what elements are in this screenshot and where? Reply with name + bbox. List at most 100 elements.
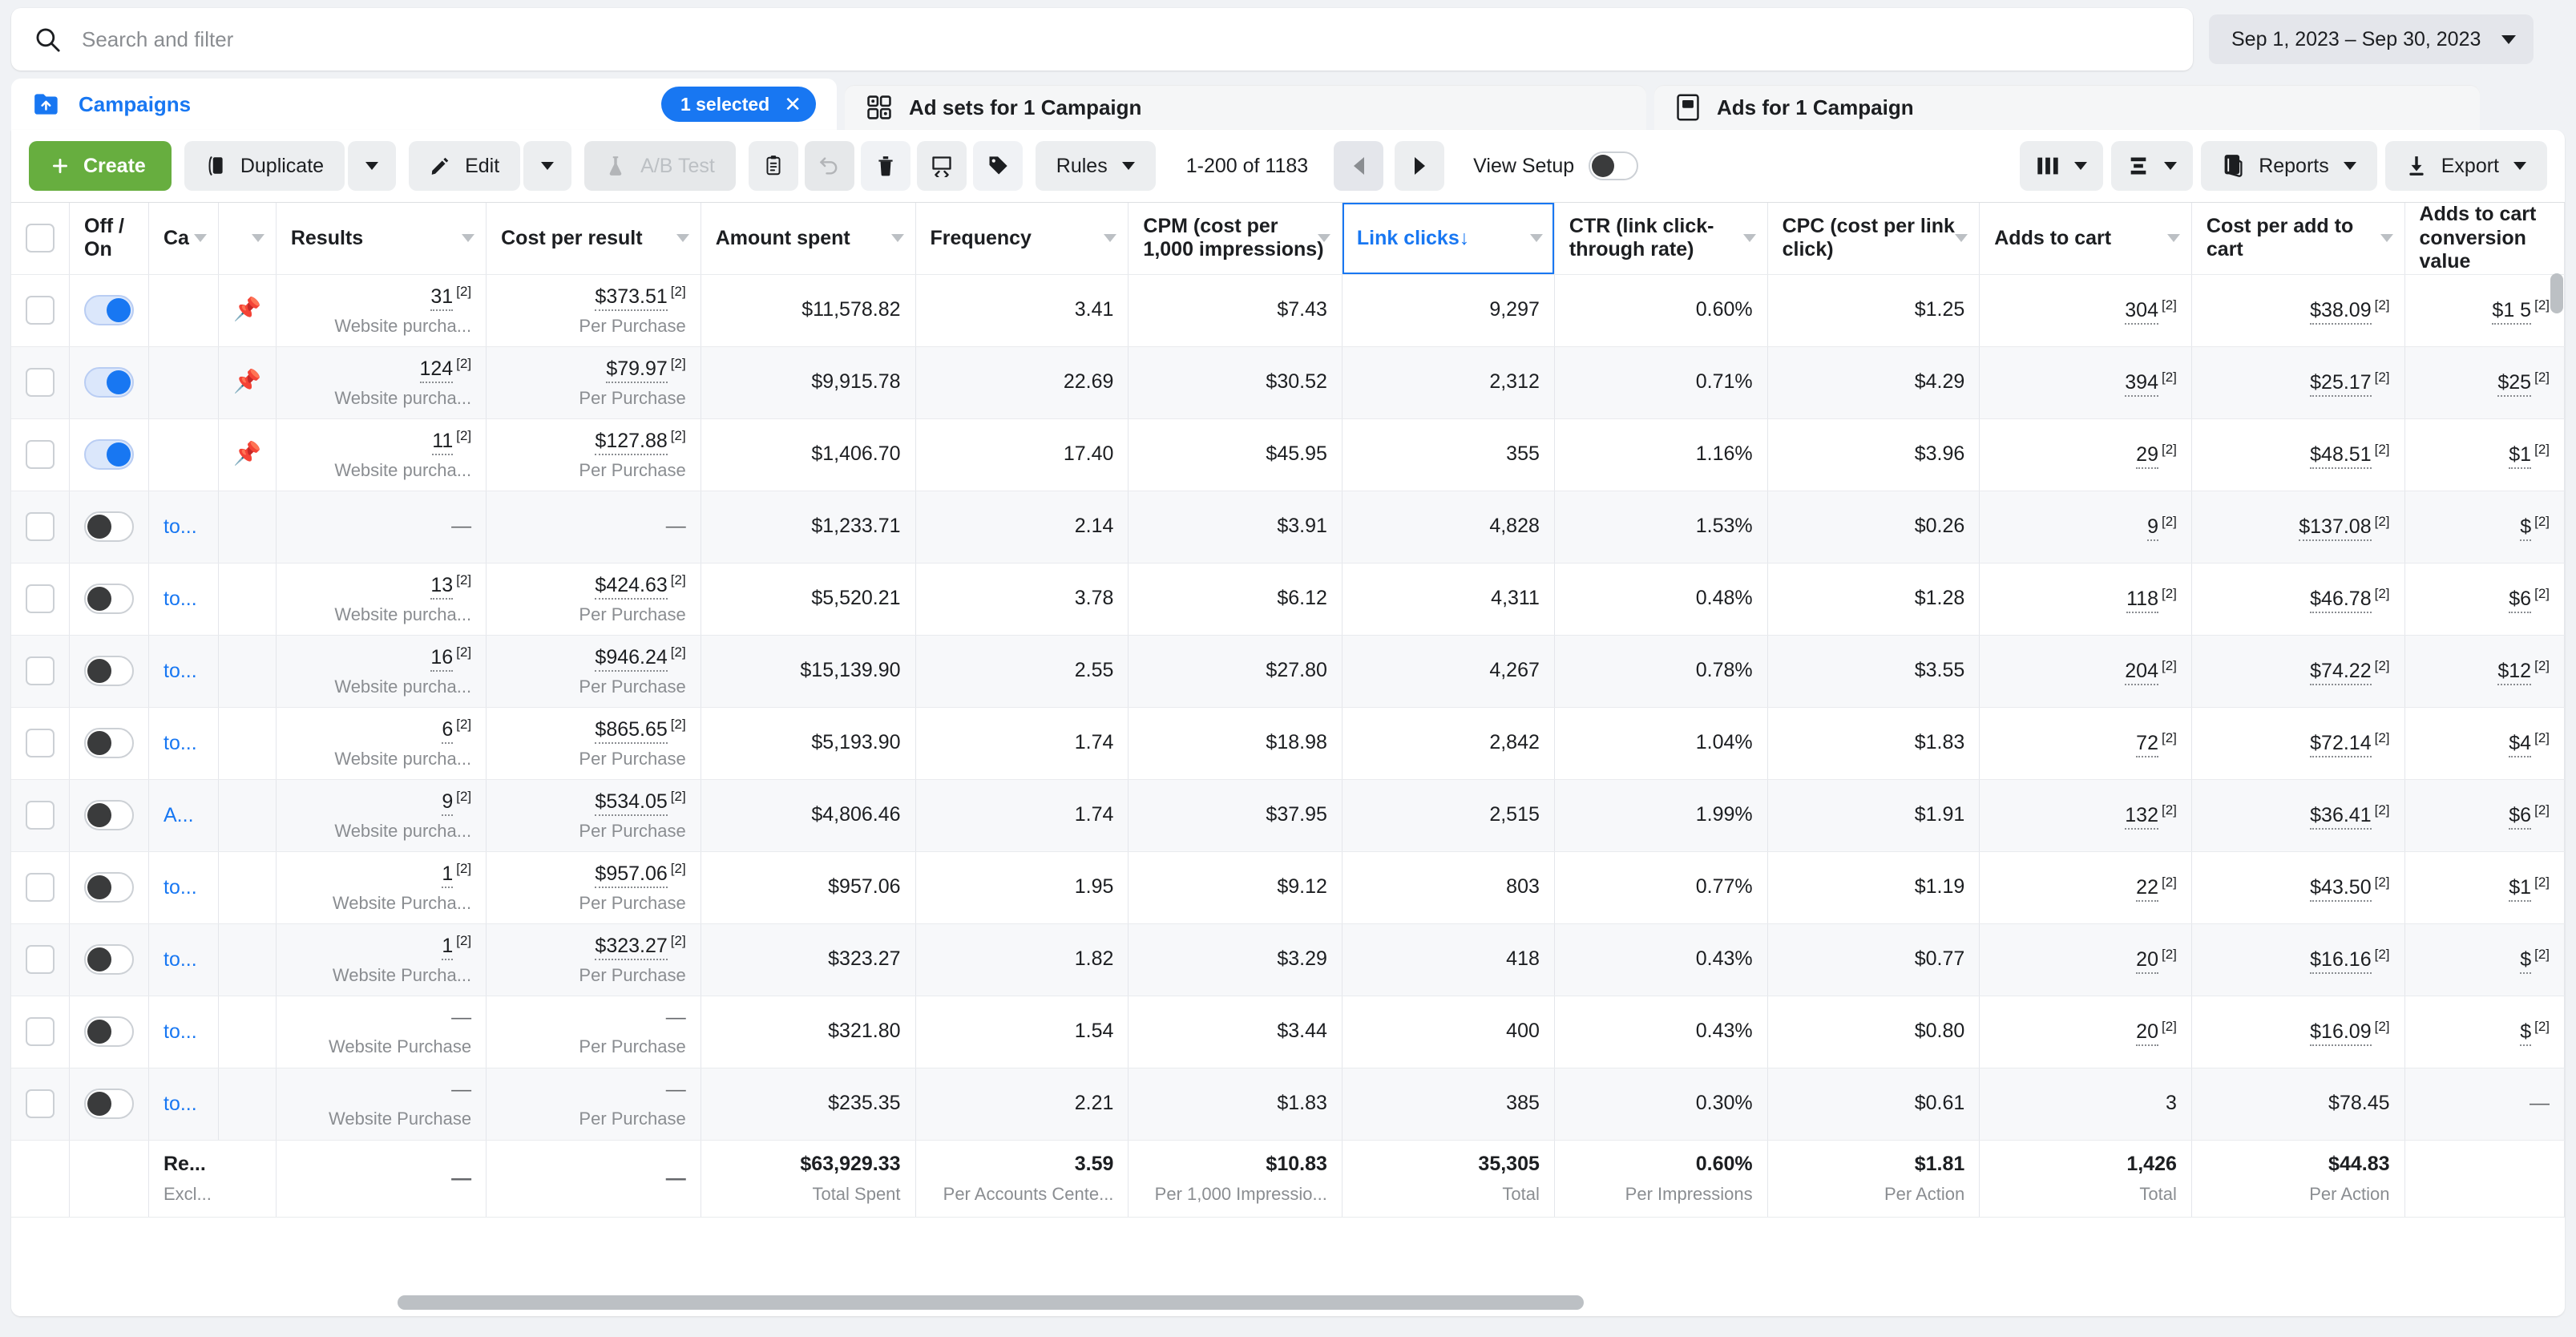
- row-pin-cell[interactable]: [218, 1068, 277, 1141]
- reports-button[interactable]: Reports: [2201, 141, 2377, 191]
- chevron-down-icon[interactable]: [1955, 234, 1968, 243]
- review-button[interactable]: [916, 141, 967, 191]
- campaign-name-link[interactable]: to...: [164, 948, 197, 971]
- vertical-scrollbar-thumb[interactable]: [2550, 273, 2563, 313]
- selection-badge[interactable]: 1 selected ✕: [660, 87, 816, 122]
- row-pin-cell[interactable]: 📌: [218, 346, 277, 419]
- duplicate-button[interactable]: Duplicate: [184, 141, 345, 191]
- tab-adsets[interactable]: Ad sets for 1 Campaign: [845, 85, 1646, 130]
- header-amount-spent[interactable]: Amount spent: [701, 203, 916, 275]
- status-toggle[interactable]: [84, 511, 134, 542]
- header-off-on[interactable]: Off / On: [69, 203, 149, 275]
- status-toggle[interactable]: [84, 1089, 134, 1119]
- header-ctr[interactable]: CTR (link click-through rate): [1554, 203, 1768, 275]
- previous-page-button[interactable]: [1334, 141, 1384, 191]
- row-pin-cell[interactable]: [218, 779, 277, 852]
- chevron-down-icon[interactable]: [193, 234, 207, 243]
- row-campaign-cell[interactable]: to...: [148, 563, 219, 636]
- row-campaign-cell[interactable]: to...: [148, 851, 219, 924]
- table-row[interactable]: A... 9 [2] Website purcha... $534.05 [2] Per P…: [11, 779, 2565, 852]
- chevron-down-icon[interactable]: [1104, 234, 1117, 243]
- delete-button[interactable]: [860, 141, 910, 191]
- clipboard-button[interactable]: [748, 141, 798, 191]
- row-pin-cell[interactable]: [218, 635, 277, 708]
- search-container[interactable]: [11, 8, 2193, 71]
- row-campaign-cell[interactable]: to...: [148, 491, 219, 563]
- row-campaign-cell[interactable]: to...: [148, 1068, 219, 1141]
- select-all-checkbox[interactable]: [26, 224, 55, 253]
- table-row[interactable]: to... — Website Purchase — Per Purchase $321.…: [11, 996, 2565, 1068]
- row-pin-cell[interactable]: [218, 491, 277, 563]
- header-cpm[interactable]: CPM (cost per 1,000 impressions): [1128, 203, 1343, 275]
- horizontal-scrollbar[interactable]: [11, 1289, 2565, 1316]
- table-row[interactable]: to... 6 [2] Website purcha... $865.65 [2] Per …: [11, 707, 2565, 780]
- row-pin-cell[interactable]: 📌: [218, 418, 277, 491]
- row-pin-cell[interactable]: [218, 851, 277, 924]
- header-cost-per-result[interactable]: Cost per result: [486, 203, 701, 275]
- next-page-button[interactable]: [1395, 141, 1445, 191]
- row-pin-cell[interactable]: 📌: [218, 274, 277, 347]
- row-campaign-cell[interactable]: to...: [148, 923, 219, 996]
- chevron-down-icon[interactable]: [1529, 234, 1543, 243]
- row-checkbox[interactable]: [26, 584, 55, 613]
- campaign-name-link[interactable]: to...: [164, 1093, 197, 1115]
- table-row[interactable]: to... 16 [2] Website purcha... $946.24 [2] Per…: [11, 635, 2565, 708]
- table-row[interactable]: 📌 11 [2] Website purcha... $127.88 [2] Per Pur…: [11, 418, 2565, 491]
- pin-icon[interactable]: 📌: [233, 297, 261, 321]
- table-row[interactable]: to... 13 [2] Website purcha... $424.63 [2] Per…: [11, 563, 2565, 636]
- status-toggle[interactable]: [84, 944, 134, 975]
- status-toggle[interactable]: [84, 872, 134, 903]
- breakdown-button[interactable]: [2111, 141, 2194, 191]
- campaigns-table-container[interactable]: Off / On Ca Results Cost per result Amou…: [11, 202, 2565, 1274]
- table-row[interactable]: to... 1 [2] Website Purcha... $957.06 [2] Per …: [11, 851, 2565, 924]
- row-campaign-cell[interactable]: to...: [148, 707, 219, 780]
- columns-button[interactable]: [2020, 141, 2104, 191]
- status-toggle[interactable]: [84, 367, 134, 398]
- rules-button[interactable]: Rules: [1035, 141, 1156, 191]
- row-campaign-cell[interactable]: [148, 274, 219, 347]
- row-checkbox[interactable]: [26, 801, 55, 830]
- header-cost-per-add-to-cart[interactable]: Cost per add to cart: [2191, 203, 2405, 275]
- row-checkbox[interactable]: [26, 440, 55, 469]
- chevron-down-icon[interactable]: [676, 234, 689, 243]
- status-toggle[interactable]: [84, 656, 134, 686]
- row-campaign-cell[interactable]: to...: [148, 635, 219, 708]
- tab-campaigns[interactable]: Campaigns 1 selected ✕: [11, 79, 837, 130]
- edit-button[interactable]: Edit: [409, 141, 521, 191]
- row-checkbox[interactable]: [26, 656, 55, 685]
- campaign-name-link[interactable]: to...: [164, 876, 197, 899]
- row-checkbox[interactable]: [26, 1089, 55, 1118]
- row-pin-cell[interactable]: [218, 563, 277, 636]
- table-row[interactable]: 📌 31 [2] Website purcha... $373.51 [2] Per Pur…: [11, 274, 2565, 347]
- header-link-clicks[interactable]: Link clicks↓: [1342, 203, 1555, 275]
- header-frequency[interactable]: Frequency: [915, 203, 1129, 275]
- row-checkbox[interactable]: [26, 1017, 55, 1046]
- status-toggle[interactable]: [84, 1016, 134, 1047]
- pin-icon[interactable]: 📌: [233, 441, 261, 466]
- row-campaign-cell[interactable]: A...: [148, 779, 219, 852]
- campaign-name-link[interactable]: to...: [164, 1020, 197, 1043]
- row-pin-cell[interactable]: [218, 707, 277, 780]
- ab-test-button[interactable]: A/B Test: [584, 141, 736, 191]
- campaign-name-link[interactable]: to...: [164, 515, 197, 538]
- edit-dropdown-button[interactable]: [523, 141, 572, 191]
- chevron-down-icon[interactable]: [251, 234, 264, 243]
- horizontal-scrollbar-thumb[interactable]: [398, 1295, 1584, 1310]
- create-button[interactable]: Create: [29, 141, 172, 191]
- chevron-down-icon[interactable]: [890, 234, 904, 243]
- status-toggle[interactable]: [84, 439, 134, 470]
- header-adds-to-cart-conv-value[interactable]: Adds to cart conversion value: [2404, 203, 2565, 275]
- row-checkbox[interactable]: [26, 729, 55, 757]
- row-checkbox[interactable]: [26, 368, 55, 397]
- row-campaign-cell[interactable]: [148, 418, 219, 491]
- undo-button[interactable]: [804, 141, 854, 191]
- campaign-name-link[interactable]: to...: [164, 660, 197, 682]
- table-row[interactable]: to... — — $1,233.71 2.14 $3.91 4,828 1.53% $0.26…: [11, 491, 2565, 563]
- row-checkbox[interactable]: [26, 945, 55, 974]
- chevron-down-icon[interactable]: [1742, 234, 1756, 243]
- duplicate-dropdown-button[interactable]: [348, 141, 397, 191]
- header-adds-to-cart[interactable]: Adds to cart: [1979, 203, 2192, 275]
- campaign-name-link[interactable]: A...: [164, 804, 194, 826]
- date-range-picker[interactable]: Sep 1, 2023 – Sep 30, 2023: [2209, 14, 2534, 64]
- chevron-down-icon[interactable]: [2166, 234, 2180, 243]
